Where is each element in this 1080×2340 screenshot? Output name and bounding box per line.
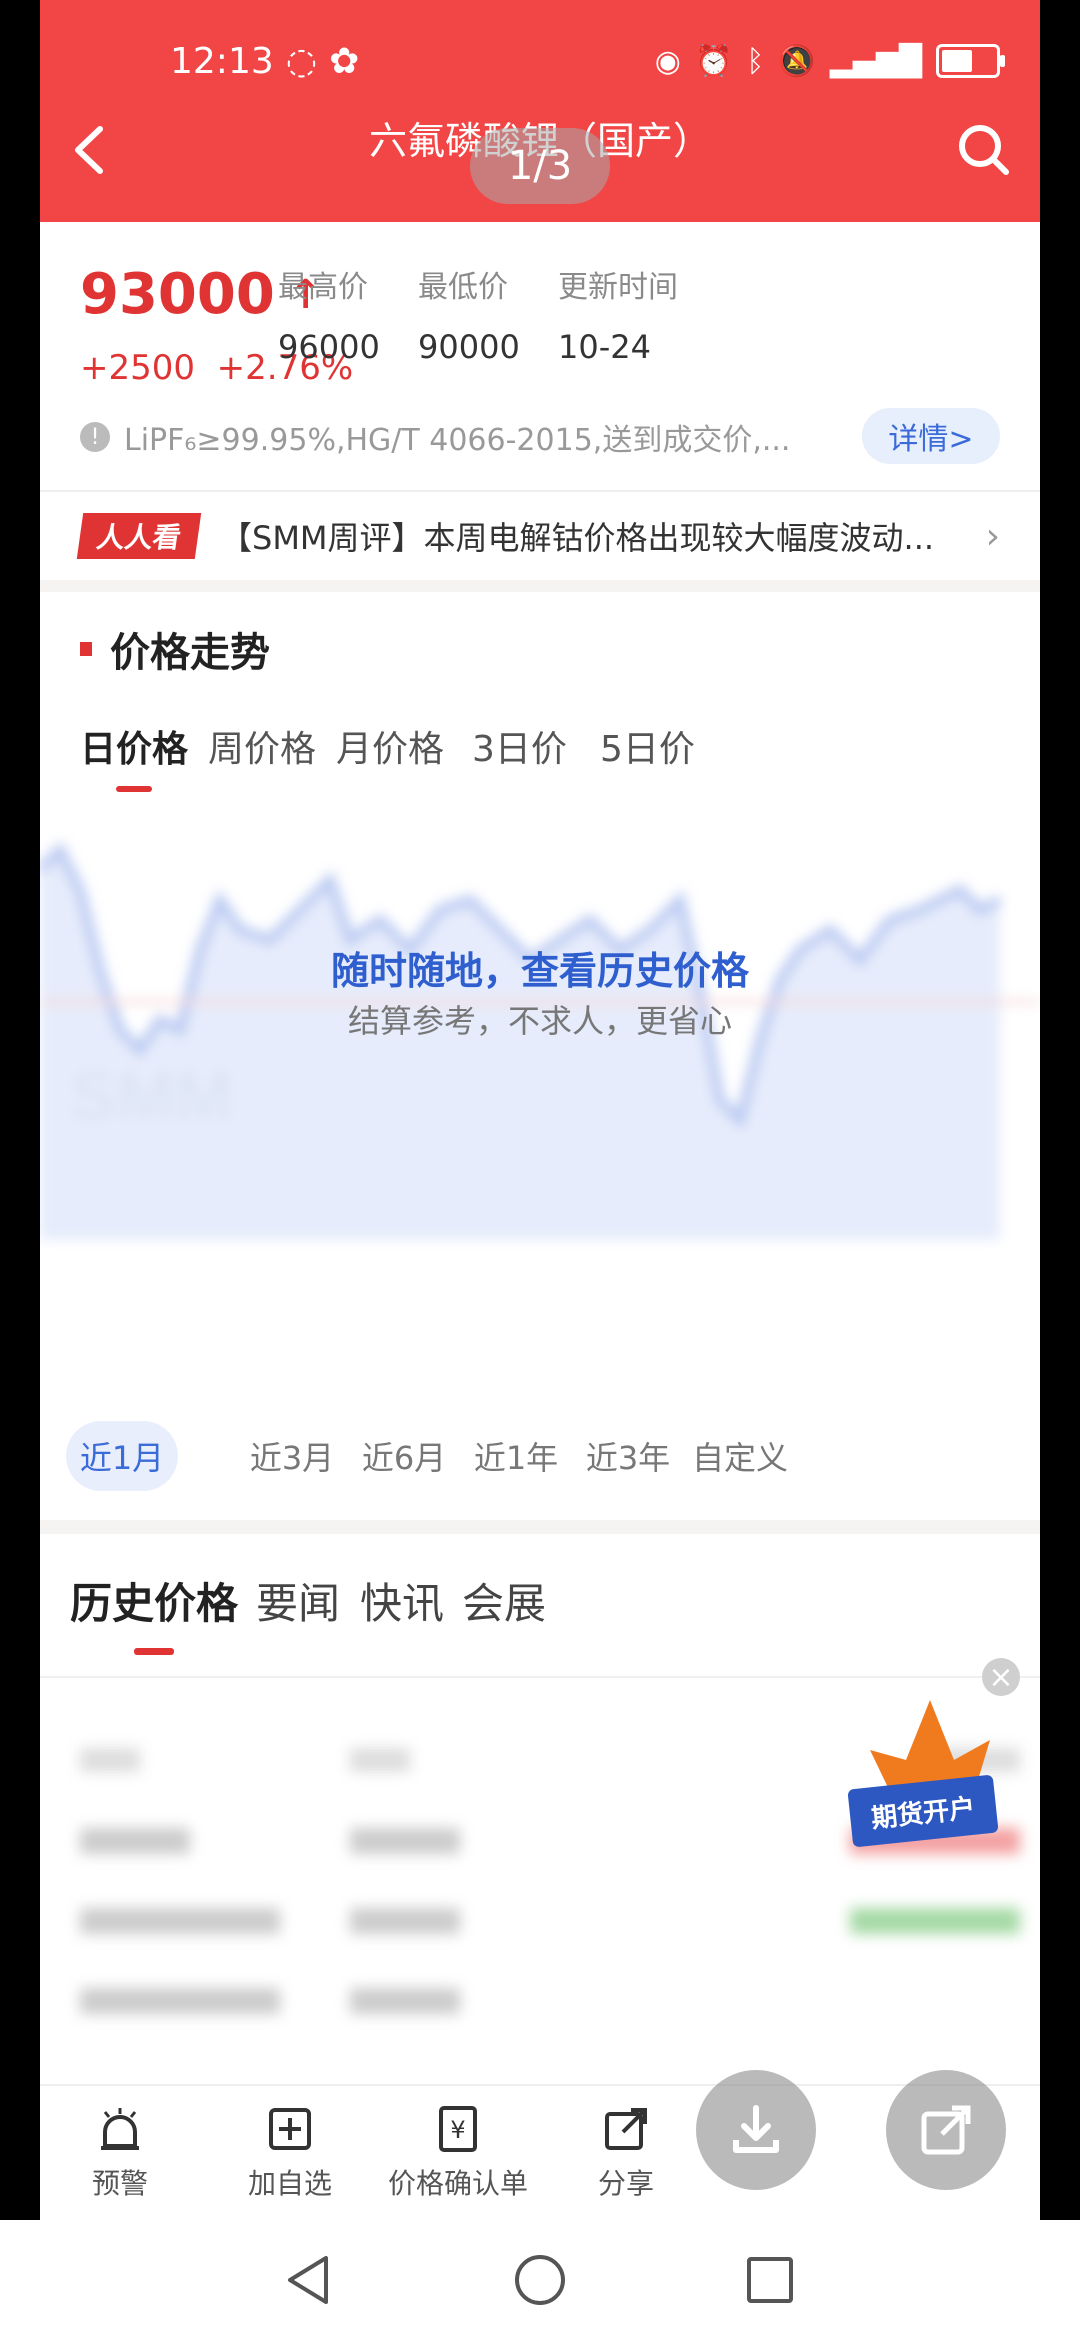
section-title-text: 价格走势 (110, 630, 270, 676)
tab-news[interactable]: 要闻 (256, 1570, 340, 1631)
range-custom[interactable]: 自定义 (600, 1421, 880, 1491)
svg-text:SMM: SMM (70, 1057, 233, 1135)
tab-weekly[interactable]: 周价格 (208, 720, 316, 772)
search-button[interactable] (954, 120, 1014, 180)
header: 12:13 ◌ ✿ ◉ ⏰ ᛒ 🔕 ▂▄▆█ 六氟磷酸锂（国产） 1/3 (40, 0, 1040, 222)
stat-label: 更新时间 (558, 270, 678, 305)
nav-recents-square-icon[interactable] (740, 2250, 800, 2310)
tab-5day[interactable]: 5日价 (600, 720, 695, 772)
close-icon[interactable]: × (982, 1658, 1020, 1696)
table-row (80, 1890, 1020, 1950)
news-ticker[interactable]: 人人看 【SMM周评】本周电解钴价格出现较大幅度波动... › (40, 492, 1040, 580)
add-watchlist-icon (269, 2108, 311, 2150)
divider (40, 1676, 1040, 1678)
external-link-icon (921, 2105, 971, 2155)
alarm-bell-icon (101, 2108, 139, 2150)
mute-icon: 🔕 (778, 43, 816, 79)
eye-icon: ◉ (654, 43, 681, 79)
download-button[interactable] (696, 2070, 816, 2190)
image-page-counter: 1/3 (470, 128, 610, 204)
stat-update-time: 更新时间 10-24 (558, 262, 678, 366)
signal-icon: ▂▄▆█ (829, 43, 922, 79)
stat-high: 最高价 96000 (278, 262, 380, 366)
nav-label: 价格确认单 (387, 2167, 528, 2200)
tab-exhibition[interactable]: 会展 (462, 1570, 546, 1631)
section-gap (40, 1520, 1040, 1534)
nav-home-circle-icon[interactable] (510, 2250, 570, 2310)
status-time: 12:13 (170, 40, 274, 82)
chevron-right-icon: › (985, 516, 1000, 557)
system-nav-bar (0, 2220, 1080, 2340)
nav-label: 分享 (597, 2167, 654, 2200)
stat-value: 90000 (418, 328, 520, 366)
stat-value: 10-24 (558, 328, 651, 366)
nav-add-watchlist[interactable]: 加自选 (210, 2104, 370, 2202)
tab-history-price[interactable]: 历史价格 (70, 1570, 238, 1655)
promo-title: 随时随地，查看历史价格 (330, 949, 749, 993)
svg-text:¥: ¥ (450, 2116, 465, 2144)
detail-button[interactable]: 详情> (862, 408, 1000, 464)
price-chart: SMM 随时随地，查看历史价格 结算参考，不求人，更省心 (40, 800, 1040, 1360)
nav-label: 预警 (91, 2167, 148, 2200)
blurred-chart: SMM (40, 841, 1040, 1240)
content-tabs: 历史价格 要闻 快讯 会展 (40, 1570, 1040, 1655)
stat-label: 最高价 (278, 270, 368, 305)
price-period-tabs: 日价格 周价格 月价格 3日价 5日价 (40, 720, 1040, 792)
nav-alert[interactable]: 预警 (40, 2104, 200, 2202)
nav-label: 加自选 (247, 2167, 332, 2200)
section-title: 价格走势 (80, 620, 270, 678)
change-amount: +2500 (80, 348, 196, 388)
nav-share[interactable]: 分享 (546, 2104, 706, 2202)
table-row (80, 1970, 1020, 2030)
title-marker (80, 642, 92, 656)
nav-back-triangle-icon[interactable] (280, 2250, 340, 2310)
stat-low: 最低价 90000 (418, 262, 520, 366)
search-icon (959, 125, 1009, 175)
tab-daily[interactable]: 日价格 (80, 720, 188, 792)
alarm-icon: ⏰ (694, 43, 733, 79)
app-notification-icon: ✿ (329, 40, 360, 82)
stat-value: 96000 (278, 328, 380, 366)
product-spec: ! LiPF₆≥99.95%,HG/T 4066-2015,送到成交价,... (80, 407, 860, 467)
news-headline: 【SMM周评】本周电解钴价格出现较大幅度波动... (220, 519, 935, 557)
nav-price-confirm[interactable]: ¥ 价格确认单 (378, 2104, 538, 2202)
share-icon (605, 2108, 647, 2150)
download-icon (733, 2105, 779, 2153)
tab-monthly[interactable]: 月价格 (336, 720, 444, 772)
section-gap (40, 580, 1040, 592)
futures-account-promo[interactable]: 期货开户 (847, 1700, 1000, 1848)
tab-flash[interactable]: 快讯 (360, 1570, 444, 1631)
open-external-button[interactable] (886, 2070, 1006, 2190)
status-bar: 12:13 ◌ ✿ ◉ ⏰ ᛒ 🔕 ▂▄▆█ (170, 36, 1005, 86)
battery-icon (936, 44, 1005, 78)
sync-icon: ◌ (285, 40, 318, 82)
price-value: 93000 (80, 262, 275, 327)
price-confirm-icon: ¥ (439, 2106, 477, 2152)
promo-subtitle: 结算参考，不求人，更省心 (347, 1002, 732, 1040)
bluetooth-icon: ᛒ (746, 43, 765, 79)
news-tag: 人人看 (76, 513, 202, 559)
chart-svg: SMM (40, 841, 1040, 1240)
app-screen: 12:13 ◌ ✿ ◉ ⏰ ᛒ 🔕 ▂▄▆█ 六氟磷酸锂（国产） 1/3 930… (40, 0, 1040, 2220)
info-icon: ! (80, 422, 110, 452)
spec-text: LiPF₆≥99.95%,HG/T 4066-2015,送到成交价,... (124, 423, 791, 458)
futures-label: 期货开户 (847, 1774, 999, 1848)
range-selector: 近1月 近3月 近6月 近1年 近3年 自定义 (40, 1415, 1040, 1495)
stat-label: 最低价 (418, 270, 508, 305)
price-summary: 93000 ↑ +2500 +2.76% 最高价 96000 最低价 90000… (40, 222, 1040, 492)
tab-3day[interactable]: 3日价 (472, 720, 567, 772)
